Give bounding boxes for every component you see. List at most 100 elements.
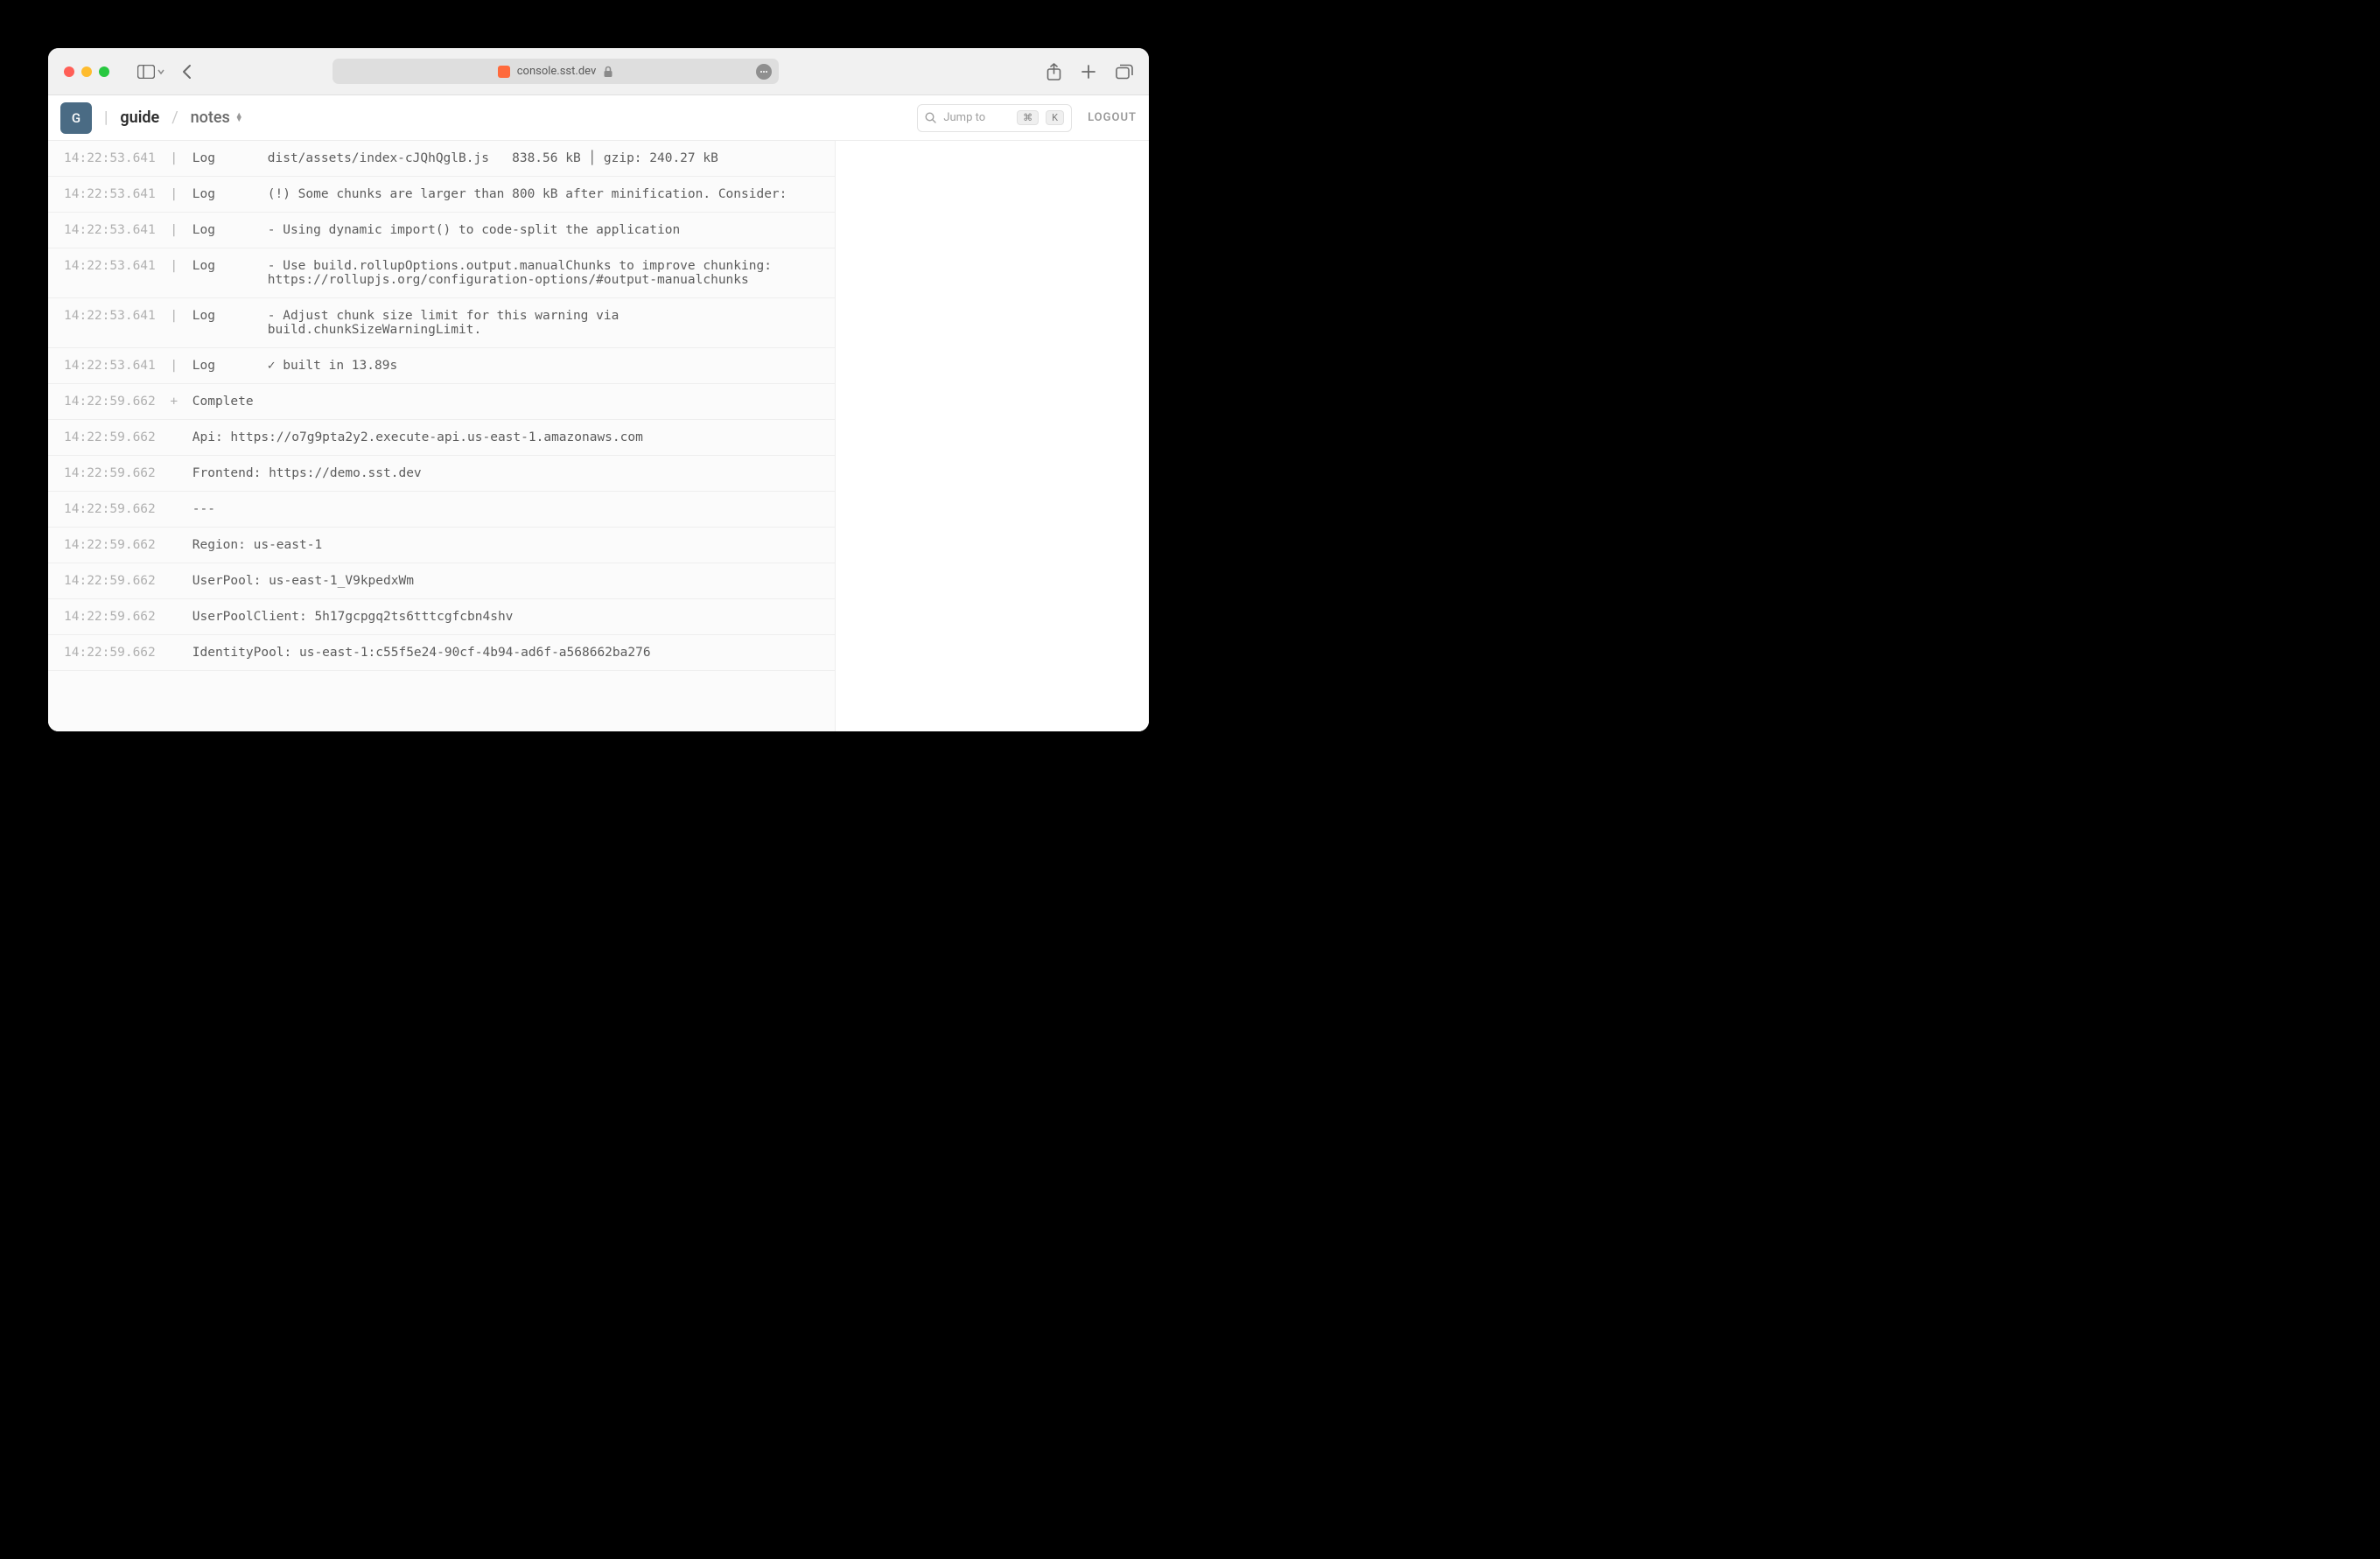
log-row[interactable]: 14:22:59.662 UserPool: us-east-1_V9kpedx… (48, 563, 835, 599)
log-message: Region: us-east-1 (192, 538, 819, 552)
log-level: Log (192, 309, 254, 323)
log-marker: | (170, 359, 178, 373)
log-timestamp: 14:22:53.641 (64, 309, 156, 323)
log-message: UserPoolClient: 5h17gcpgq2ts6tttcgfcbn4s… (192, 610, 819, 624)
log-panel[interactable]: 14:22:53.641 | Log dist/assets/index-cJQhQg… (48, 141, 836, 731)
search-icon (925, 112, 936, 123)
log-timestamp: 14:22:53.641 (64, 359, 156, 373)
window-controls (64, 66, 109, 77)
log-marker (170, 646, 178, 660)
log-area: 14:22:53.641 | Log dist/assets/index-cJQhQg… (48, 141, 1149, 731)
sidebar-toggle-button[interactable] (137, 65, 165, 79)
address-url: console.sst.dev (517, 65, 597, 78)
log-row[interactable]: 14:22:53.641|Log- Adjust chunk size limi… (48, 298, 835, 348)
log-timestamp: 14:22:53.641 (64, 151, 156, 165)
app-root: G | guide / notes ▲▼ Jump to (48, 95, 1149, 731)
log-message: IdentityPool: us-east-1:c55f5e24-90cf-4b… (192, 646, 819, 660)
log-marker: | (170, 187, 178, 201)
lock-icon (603, 66, 613, 78)
log-marker: | (170, 151, 178, 165)
log-timestamp: 14:22:59.662 (64, 538, 156, 552)
log-message: (!) Some chunks are larger than 800 kB a… (268, 187, 819, 201)
jump-to-label: Jump to (943, 111, 985, 124)
log-row[interactable]: 14:22:59.662 --- (48, 492, 835, 528)
breadcrumb-separator: / (172, 108, 178, 127)
log-timestamp: 14:22:59.662 (64, 395, 156, 409)
log-timestamp: 14:22:59.662 (64, 430, 156, 444)
log-row[interactable]: 14:22:53.641 | Log (!) Some chunks are larg… (48, 177, 835, 213)
log-row[interactable]: 14:22:53.641 | Log dist/assets/index-cJQhQg… (48, 141, 835, 177)
share-button[interactable] (1046, 63, 1061, 80)
log-marker: | (170, 223, 178, 237)
log-row[interactable]: 14:22:59.662 IdentityPool: us-east-1:c55… (48, 635, 835, 671)
log-marker (170, 502, 178, 516)
log-marker (170, 538, 178, 552)
log-timestamp: 14:22:53.641 (64, 259, 156, 273)
app-header: G | guide / notes ▲▼ Jump to (48, 95, 1149, 141)
log-message: - Adjust chunk size limit for this warni… (268, 309, 819, 337)
log-level: Log (192, 187, 254, 201)
log-marker: + (170, 395, 178, 409)
chevron-left-icon (181, 64, 193, 80)
minimize-window-button[interactable] (81, 66, 92, 77)
back-button[interactable] (181, 64, 193, 80)
org-avatar[interactable]: G (60, 102, 92, 134)
log-timestamp: 14:22:59.662 (64, 574, 156, 588)
log-timestamp: 14:22:53.641 (64, 187, 156, 201)
breadcrumb-app[interactable]: guide (120, 108, 159, 127)
log-level: Log (192, 259, 254, 273)
log-timestamp: 14:22:59.662 (64, 646, 156, 660)
share-icon (1046, 63, 1061, 80)
log-row[interactable]: 14:22:59.662 UserPoolClient: 5h17gcpgq2t… (48, 599, 835, 635)
new-tab-button[interactable] (1081, 64, 1096, 80)
log-message: UserPool: us-east-1_V9kpedxWm (192, 574, 819, 588)
log-timestamp: 14:22:59.662 (64, 502, 156, 516)
org-initial: G (72, 110, 80, 126)
breadcrumb-stage-label: notes (191, 108, 230, 127)
breadcrumb-separator: | (104, 108, 108, 127)
title-bar: console.sst.dev (48, 48, 1149, 95)
log-message: ✓ built in 13.89s (268, 359, 819, 373)
log-timestamp: 14:22:53.641 (64, 223, 156, 237)
log-message: --- (192, 502, 819, 516)
page-settings-button[interactable] (756, 64, 772, 80)
log-message: - Using dynamic import() to code-split t… (268, 223, 819, 237)
address-bar[interactable]: console.sst.dev (332, 59, 779, 84)
log-marker (170, 610, 178, 624)
browser-window: console.sst.dev (48, 48, 1149, 731)
log-level: Log (192, 151, 254, 165)
log-marker (170, 430, 178, 444)
logout-button[interactable]: LOGOUT (1088, 111, 1137, 124)
log-level: Log (192, 359, 254, 373)
updown-icon: ▲▼ (235, 114, 243, 122)
dots-icon (760, 67, 768, 76)
jump-to-button[interactable]: Jump to ⌘ K (917, 104, 1072, 132)
breadcrumb-stage[interactable]: notes ▲▼ (191, 108, 243, 127)
log-message: - Use build.rollupOptions.output.manualC… (268, 259, 819, 287)
site-favicon-icon (498, 66, 510, 78)
chevron-down-icon (157, 67, 165, 76)
log-marker (170, 574, 178, 588)
keycap-cmd: ⌘ (1017, 110, 1039, 125)
log-row[interactable]: 14:22:59.662 Frontend: https://demo.sst.… (48, 456, 835, 492)
log-level: Log (192, 223, 254, 237)
log-level: Complete (192, 395, 254, 409)
tab-overview-button[interactable] (1116, 64, 1133, 80)
log-message: dist/assets/index-cJQhQglB.js 838.56 kB … (268, 151, 819, 165)
detail-panel (836, 141, 1149, 731)
maximize-window-button[interactable] (99, 66, 109, 77)
close-window-button[interactable] (64, 66, 74, 77)
log-row[interactable]: 14:22:59.662 Api: https://o7g9pta2y2.exe… (48, 420, 835, 456)
log-row[interactable]: 14:22:59.662 + Complete (48, 384, 835, 420)
log-row[interactable]: 14:22:53.641 | Log - Using dynamic import()… (48, 213, 835, 248)
log-marker: | (170, 259, 178, 273)
log-marker (170, 466, 178, 480)
log-row[interactable]: 14:22:59.662 Region: us-east-1 (48, 528, 835, 563)
log-row[interactable]: 14:22:53.641 | Log ✓ built in 13.89s (48, 348, 835, 384)
log-timestamp: 14:22:59.662 (64, 466, 156, 480)
log-timestamp: 14:22:59.662 (64, 610, 156, 624)
log-message: Api: https://o7g9pta2y2.execute-api.us-e… (192, 430, 819, 444)
log-row[interactable]: 14:22:53.641 | Log - Use build.rollupOption… (48, 248, 835, 298)
log-message: Frontend: https://demo.sst.dev (192, 466, 819, 480)
sidebar-icon (137, 65, 155, 79)
